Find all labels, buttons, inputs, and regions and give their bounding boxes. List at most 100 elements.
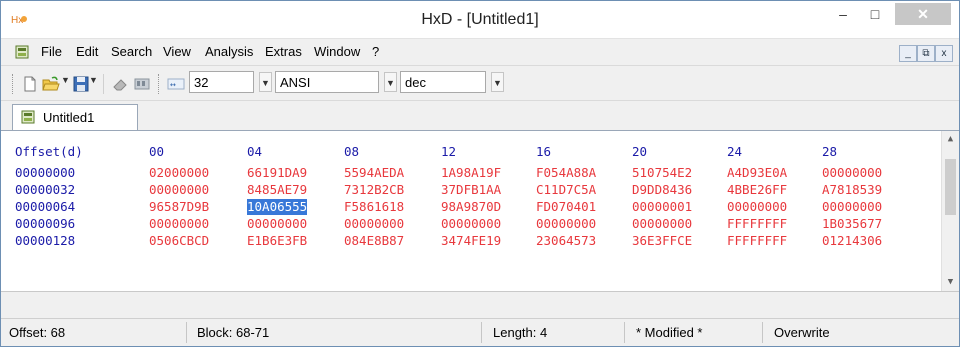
status-offset: Offset: 68 bbox=[9, 325, 66, 340]
status-mode: Overwrite bbox=[774, 325, 830, 340]
menu-view[interactable]: View bbox=[163, 44, 191, 59]
hex-cell[interactable]: FFFFFFFF bbox=[727, 216, 787, 232]
hex-cell[interactable]: 00000000 bbox=[632, 216, 692, 232]
menu-file[interactable]: File bbox=[41, 44, 62, 59]
hex-editor[interactable]: Offset(d) 00 04 08 12 16 20 24 28 000000… bbox=[1, 131, 959, 292]
hex-row: 00000128 0506CBCD E1B6E3FB 084E8B87 3474FE19… bbox=[15, 233, 915, 249]
status-divider bbox=[481, 322, 482, 343]
tab-untitled1[interactable]: Untitled1 bbox=[12, 104, 138, 130]
hex-cell[interactable]: 00000000 bbox=[822, 165, 882, 181]
offset-base-dropdown-icon[interactable]: ▼ bbox=[491, 72, 504, 92]
hex-cell[interactable]: 96587D9B bbox=[149, 199, 209, 215]
hex-cell[interactable]: C11D7C5A bbox=[536, 182, 596, 198]
hex-cell[interactable]: 00000000 bbox=[441, 216, 501, 232]
status-length: Length: 4 bbox=[493, 325, 548, 340]
hex-cell[interactable]: A4D93E0A bbox=[727, 165, 787, 181]
title-bar[interactable]: Hx HxD - [Untitled1] – □ ✕ bbox=[1, 1, 959, 39]
hex-cell[interactable]: F5861618 bbox=[344, 199, 404, 215]
hex-cell[interactable]: 02000000 bbox=[149, 165, 209, 181]
hex-cell[interactable]: E1B6E3FB bbox=[247, 233, 307, 249]
hex-cell[interactable]: F054A88A bbox=[536, 165, 596, 181]
tab-label: Untitled1 bbox=[43, 110, 95, 125]
charset-dropdown-icon[interactable]: ▼ bbox=[384, 72, 397, 92]
hex-cell[interactable]: 00000000 bbox=[149, 216, 209, 232]
status-divider bbox=[186, 322, 187, 343]
scroll-up-arrow-icon[interactable]: ▲ bbox=[942, 131, 959, 148]
hex-cell[interactable]: 084E8B87 bbox=[344, 233, 404, 249]
eraser-icon[interactable] bbox=[111, 75, 129, 93]
new-file-icon[interactable] bbox=[21, 75, 39, 93]
document-icon[interactable] bbox=[15, 45, 29, 59]
hex-cell-selected[interactable]: 10A06555 bbox=[247, 199, 308, 215]
row-offset: 00000128 bbox=[15, 233, 76, 248]
offset-base-select[interactable]: dec bbox=[400, 71, 486, 93]
hex-cell[interactable]: 23064573 bbox=[536, 233, 596, 249]
hex-row: 00000032 00000000 8485AE79 7312B2CB 37DFB1AA… bbox=[15, 182, 915, 198]
toolbar-grip[interactable] bbox=[12, 74, 16, 94]
hex-cell[interactable]: 7312B2CB bbox=[344, 182, 404, 198]
hex-cell[interactable]: 37DFB1AA bbox=[441, 182, 501, 198]
menu-extras[interactable]: Extras bbox=[265, 44, 302, 59]
hex-row: 00000000 02000000 66191DA9 5594AEDA 1A98A19F… bbox=[15, 165, 915, 181]
column-header: 16 bbox=[536, 144, 552, 159]
hex-cell[interactable]: FD070401 bbox=[536, 199, 596, 215]
document-tabs: Untitled1 bbox=[1, 101, 959, 131]
maximize-button[interactable]: □ bbox=[861, 3, 889, 25]
scroll-down-arrow-icon[interactable]: ▼ bbox=[942, 274, 959, 291]
toolbar-grip-2[interactable] bbox=[158, 74, 162, 94]
column-header: 20 bbox=[632, 144, 648, 159]
hex-cell[interactable]: 01214306 bbox=[822, 233, 882, 249]
hex-cell[interactable]: 5594AEDA bbox=[344, 165, 404, 181]
hex-cell[interactable]: 510754E2 bbox=[632, 165, 692, 181]
mdi-close-button[interactable]: x bbox=[935, 45, 953, 62]
menu-analysis[interactable]: Analysis bbox=[205, 44, 253, 59]
hex-cell[interactable]: 0506CBCD bbox=[149, 233, 209, 249]
toolbar-separator bbox=[103, 74, 107, 94]
menu-window[interactable]: Window bbox=[314, 44, 360, 59]
hex-cell[interactable]: 66191DA9 bbox=[247, 165, 307, 181]
minimize-button[interactable]: – bbox=[829, 3, 857, 25]
hex-cell[interactable]: A7818539 bbox=[822, 182, 882, 198]
bytes-per-row-dropdown-icon[interactable]: ▼ bbox=[259, 72, 272, 92]
hex-cell[interactable]: 00000001 bbox=[632, 199, 692, 215]
hex-cell[interactable]: 98A9870D bbox=[441, 199, 501, 215]
mdi-minimize-button[interactable]: _ bbox=[899, 45, 917, 62]
hex-row: 00000064 96587D9B 10A06555 F5861618 98A9870D… bbox=[15, 199, 915, 215]
close-button[interactable]: ✕ bbox=[895, 3, 951, 25]
hex-cell[interactable]: 3474FE19 bbox=[441, 233, 501, 249]
toolbar: ▼ ▼ ↔ 32 ▼ ANSI ▼ dec ▼ bbox=[1, 66, 959, 101]
open-dropdown-arrow-icon[interactable]: ▼ bbox=[61, 75, 70, 85]
hex-cell[interactable]: 8485AE79 bbox=[247, 182, 307, 198]
hex-cell[interactable]: 00000000 bbox=[822, 199, 882, 215]
hex-cell[interactable]: 4BBE26FF bbox=[727, 182, 787, 198]
open-folder-icon[interactable] bbox=[42, 75, 60, 93]
bytes-per-row-icon: ↔ bbox=[167, 78, 185, 90]
save-dropdown-arrow-icon[interactable]: ▼ bbox=[89, 75, 98, 85]
hex-cell[interactable]: 1B035677 bbox=[822, 216, 882, 232]
hex-cell[interactable]: 36E3FFCE bbox=[632, 233, 692, 249]
save-icon[interactable] bbox=[72, 75, 90, 93]
menu-help[interactable]: ? bbox=[372, 44, 379, 59]
hex-cell[interactable]: 1A98A19F bbox=[441, 165, 501, 181]
menu-search[interactable]: Search bbox=[111, 44, 152, 59]
scrollbar-thumb[interactable] bbox=[945, 159, 956, 215]
hex-cell[interactable]: 00000000 bbox=[247, 216, 307, 232]
hex-cell[interactable]: FFFFFFFF bbox=[727, 233, 787, 249]
hxd-window: Hx HxD - [Untitled1] – □ ✕ File Edit Sea… bbox=[0, 0, 960, 347]
offset-header: Offset(d) bbox=[15, 144, 83, 159]
column-header: 12 bbox=[441, 144, 457, 159]
menu-edit[interactable]: Edit bbox=[76, 44, 98, 59]
column-header: 04 bbox=[247, 144, 263, 159]
hex-cell[interactable]: 00000000 bbox=[344, 216, 404, 232]
mdi-restore-button[interactable]: ⧉ bbox=[917, 45, 935, 62]
vertical-scrollbar[interactable]: ▲ ▼ bbox=[941, 131, 959, 291]
column-header: 00 bbox=[149, 144, 165, 159]
hex-cell[interactable]: 00000000 bbox=[536, 216, 596, 232]
bytes-per-row-field[interactable]: 32 bbox=[189, 71, 254, 93]
ram-icon[interactable] bbox=[133, 75, 151, 93]
hex-cell[interactable]: 00000000 bbox=[727, 199, 787, 215]
hex-cell[interactable]: D9DD8436 bbox=[632, 182, 692, 198]
row-offset: 00000000 bbox=[15, 165, 76, 180]
charset-select[interactable]: ANSI bbox=[275, 71, 379, 93]
hex-cell[interactable]: 00000000 bbox=[149, 182, 209, 198]
